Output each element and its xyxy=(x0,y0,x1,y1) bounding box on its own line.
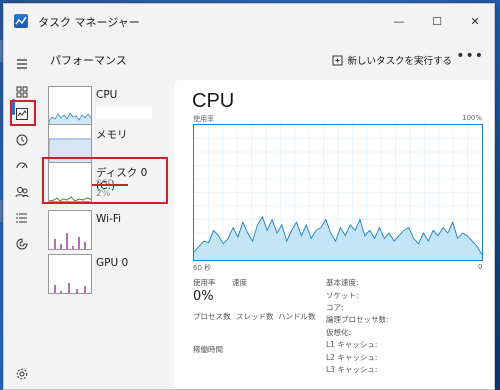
task-manager-window: タスク マネージャー — ☐ ✕ パフォーマンス 新しいタスクを実行する •••… xyxy=(3,3,495,390)
task-manager-app-icon xyxy=(14,14,28,28)
perf-item-label: CPU xyxy=(96,89,118,101)
thread-count-label: スレッド数 xyxy=(236,312,274,321)
highlight-box-disk xyxy=(42,157,168,204)
redacted-value xyxy=(96,107,152,119)
run-task-icon xyxy=(332,55,343,65)
page-title: パフォーマンス xyxy=(50,54,127,67)
handle-count-label: ハンドル数 xyxy=(278,312,316,321)
hamburger-menu-icon[interactable] xyxy=(10,52,34,76)
app-history-icon[interactable] xyxy=(10,128,34,152)
close-icon[interactable]: ✕ xyxy=(462,10,488,32)
perf-item-cpu[interactable]: CPU xyxy=(48,86,168,126)
process-count-label: プロセス数 xyxy=(193,312,231,321)
graph-label-bottom-right: 0 xyxy=(478,263,483,271)
window-title: タスク マネージャー xyxy=(38,16,140,29)
graph-label-top-left: 使用率 xyxy=(193,115,214,123)
more-options-icon[interactable]: ••• xyxy=(456,48,484,64)
startup-apps-icon[interactable] xyxy=(10,154,34,178)
cpu-thumbnail xyxy=(48,86,92,126)
speed-label: 速度 xyxy=(232,278,247,287)
settings-gear-icon[interactable] xyxy=(10,362,34,386)
usage-label: 使用率 xyxy=(193,278,216,287)
run-task-label: 新しいタスクを実行する xyxy=(347,56,452,67)
run-new-task-button[interactable]: 新しいタスクを実行する xyxy=(332,49,452,71)
spec-label: L2 キャッシュ: xyxy=(326,353,378,362)
minimize-icon[interactable]: — xyxy=(386,10,412,32)
perf-item-gpu[interactable]: GPU 0 xyxy=(48,254,168,294)
highlight-underline-ssd xyxy=(92,184,128,186)
perf-item-label: メモリ xyxy=(96,129,128,141)
cpu-detail-panel: CPU 使用率 100% 60 秒 0 使用率 速度 0% プロセス数 スレッド… xyxy=(174,80,494,389)
spec-label: ソケット: xyxy=(326,291,359,300)
navigation-rail xyxy=(4,38,40,389)
spec-label: L3 キャッシュ: xyxy=(326,365,378,374)
wifi-thumbnail xyxy=(48,210,92,250)
services-icon[interactable] xyxy=(10,232,34,256)
title-bar[interactable]: タスク マネージャー — ☐ ✕ xyxy=(4,4,494,38)
details-icon[interactable] xyxy=(10,206,34,230)
users-icon[interactable] xyxy=(10,180,34,204)
usage-value: 0% xyxy=(193,289,214,304)
uptime-label: 稼働時間 xyxy=(193,345,223,354)
maximize-icon[interactable]: ☐ xyxy=(424,10,450,32)
performance-sidebar: CPU メモリ ディスク 0 (C:) SSD 2% Wi-Fi xyxy=(40,80,174,389)
cpu-usage-graph xyxy=(193,124,483,261)
gpu-thumbnail xyxy=(48,254,92,294)
perf-item-wifi[interactable]: Wi-Fi xyxy=(48,210,168,250)
highlight-box-performance xyxy=(10,100,36,126)
spec-label: 仮想化: xyxy=(326,328,352,337)
resource-title: CPU xyxy=(192,90,235,112)
perf-item-label: GPU 0 xyxy=(96,257,129,269)
spec-label: L1 キャッシュ: xyxy=(326,340,378,349)
cpu-chart-svg xyxy=(194,125,482,260)
spec-label: 基本速度: xyxy=(326,278,359,287)
perf-item-label: Wi-Fi xyxy=(96,213,122,225)
spec-label: コア: xyxy=(326,303,344,312)
graph-label-bottom-left: 60 秒 xyxy=(193,264,212,272)
graph-label-top-right: 100% xyxy=(461,114,482,122)
page-header: パフォーマンス 新しいタスクを実行する ••• xyxy=(40,44,494,74)
spec-label: 論理プロセッサ数: xyxy=(326,315,389,324)
